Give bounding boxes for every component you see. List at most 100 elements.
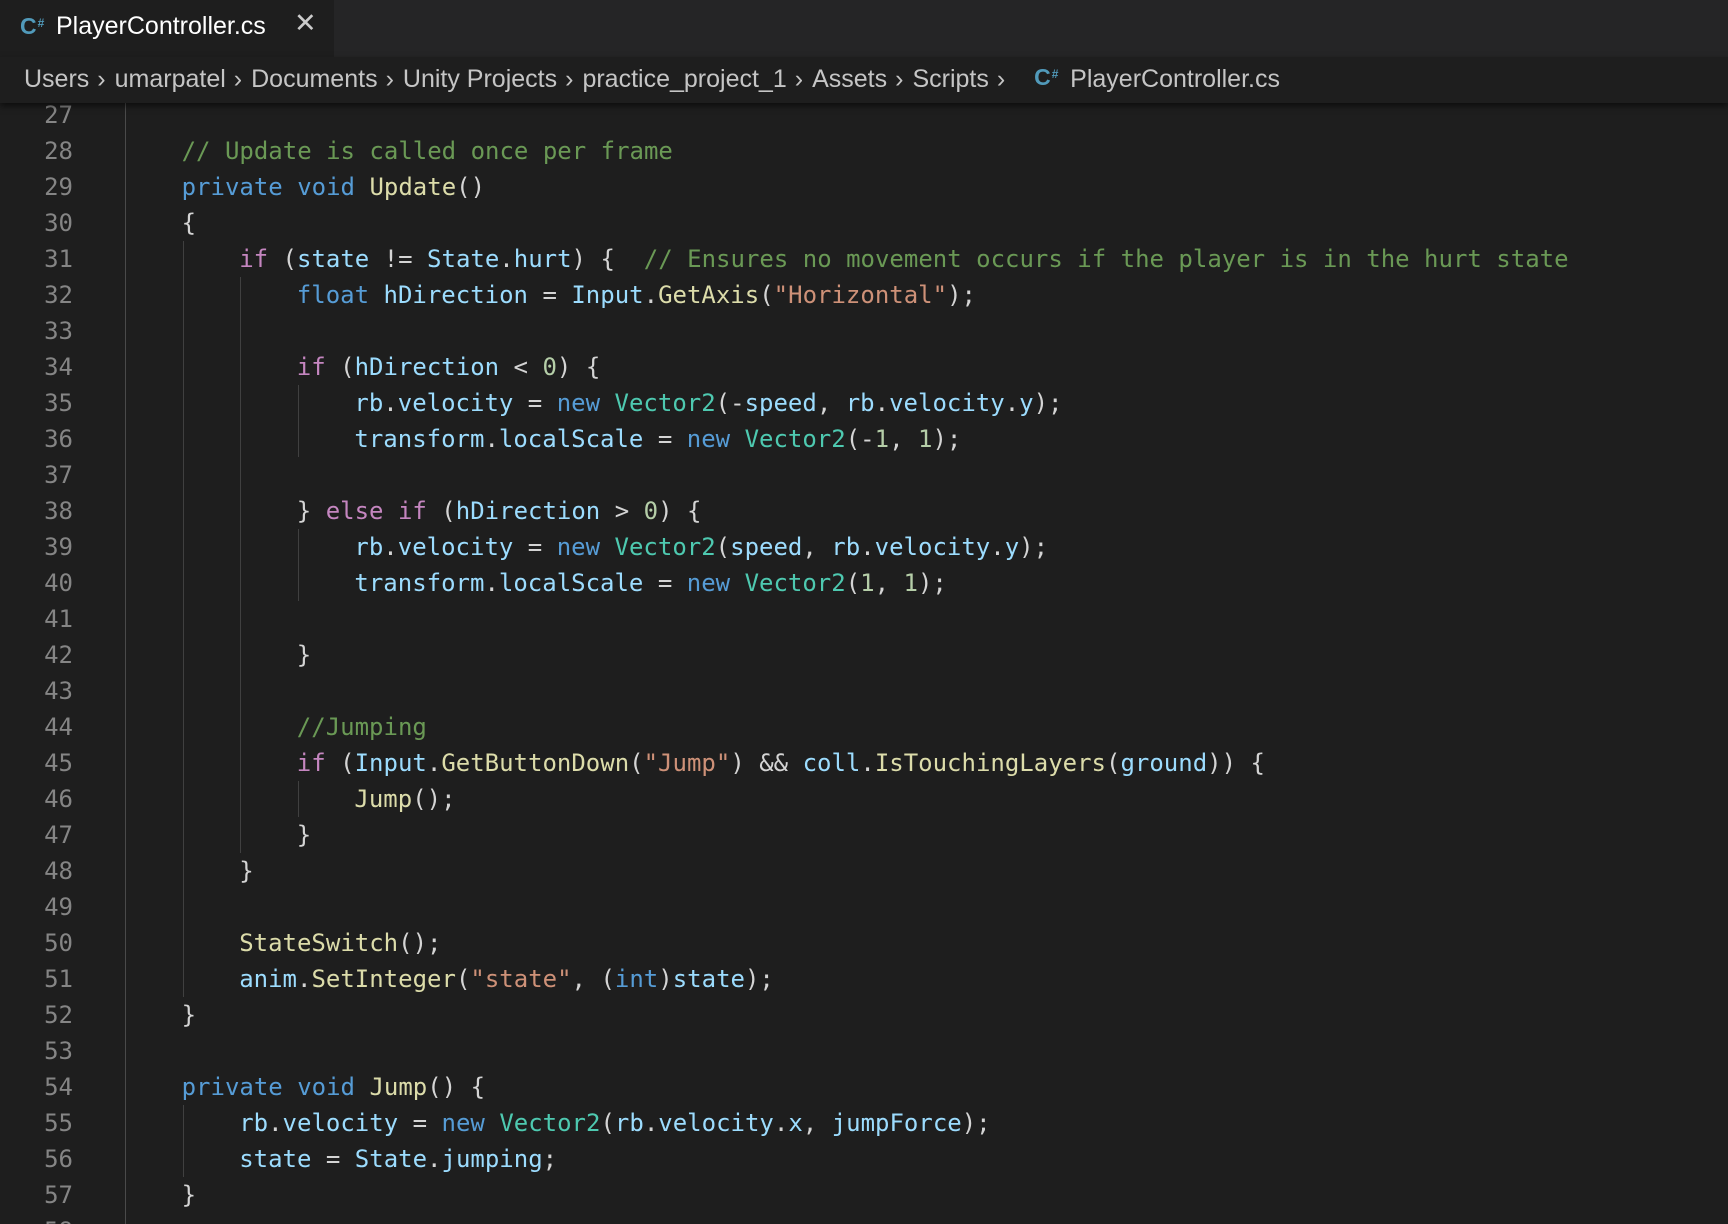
code-line[interactable]: 55 rb.velocity = new Vector2(rb.velocity.… [0, 1105, 1728, 1141]
code-line[interactable]: 48} [0, 853, 1728, 889]
breadcrumb-item-scripts[interactable]: Scripts [912, 65, 988, 94]
line-number: 28 [44, 137, 73, 165]
code-token: ( [1106, 749, 1121, 777]
indent-guide [182, 241, 184, 997]
tab-bar: C# PlayerController.cs ✕ [0, 0, 1728, 57]
code-token: velocity [658, 1109, 774, 1137]
line-number: 51 [44, 965, 73, 993]
code-token: } [239, 857, 254, 885]
code-token: = [528, 281, 572, 309]
code-line[interactable]: 43 [0, 673, 1728, 709]
code-token: } [181, 1181, 197, 1209]
csharp-file-icon: C# [1034, 64, 1059, 90]
code-token: , [802, 533, 832, 561]
code-text: transform.localScale = new Vector2(-1, 1… [354, 421, 961, 457]
code-line[interactable]: 40 transform.localScale = new Vector2(1, … [0, 565, 1728, 601]
code-token: = [643, 569, 687, 597]
code-line[interactable]: 58 [0, 1213, 1728, 1224]
code-token: Vector2 [614, 389, 716, 417]
code-token: velocity [282, 1109, 399, 1137]
code-token: . [860, 749, 875, 777]
code-line[interactable]: 42} [0, 637, 1728, 673]
code-token: velocity [397, 533, 514, 561]
code-token: ); [961, 1109, 991, 1137]
code-line[interactable]: 50 StateSwitch(); [0, 925, 1728, 961]
code-line[interactable]: 34 if (hDirection < 0) { [0, 349, 1728, 385]
chevron-right-icon: › [996, 64, 1006, 93]
code-line[interactable]: 46 Jump(); [0, 781, 1728, 817]
code-token: , [816, 389, 846, 417]
code-text: rb.velocity = new Vector2(rb.velocity.x,… [239, 1105, 990, 1141]
breadcrumb-item-assets[interactable]: Assets [812, 65, 887, 94]
breadcrumb-item-users[interactable]: Users [24, 65, 89, 94]
line-number: 53 [44, 1037, 73, 1065]
code-token: 1 [903, 569, 918, 597]
code-token: rb [614, 1109, 644, 1137]
code-token: . [484, 569, 499, 597]
code-line[interactable]: 45 if (Input.GetButtonDown("Jump") && col… [0, 745, 1728, 781]
breadcrumb-item-documents[interactable]: Documents [251, 65, 377, 94]
code-line[interactable]: 53 [0, 1033, 1728, 1069]
code-line[interactable]: 32 float hDirection = Input.GetAxis("Hori… [0, 277, 1728, 313]
code-line[interactable]: 47} [0, 817, 1728, 853]
code-token: speed [744, 389, 817, 417]
code-line[interactable]: 41 [0, 601, 1728, 637]
breadcrumb-item-file[interactable]: PlayerController.cs [1070, 65, 1280, 94]
code-line[interactable]: 57} [0, 1177, 1728, 1213]
code-line[interactable]: 28 // Update is called once per frame [0, 133, 1728, 169]
code-token: . [773, 1109, 789, 1137]
code-token: ( [426, 497, 456, 525]
code-line[interactable]: 27 [0, 103, 1728, 133]
code-line[interactable]: 39 rb.velocity = new Vector2(speed, rb.ve… [0, 529, 1728, 565]
line-number: 33 [44, 317, 73, 345]
code-line[interactable]: 33 [0, 313, 1728, 349]
line-number: 31 [44, 245, 73, 273]
code-token: y [1004, 533, 1020, 561]
code-token: ( [600, 1109, 615, 1137]
code-token: private [181, 173, 283, 201]
code-line[interactable]: 56 state = State.jumping; [0, 1141, 1728, 1177]
line-number: 30 [44, 209, 73, 237]
code-text: } [239, 853, 253, 889]
close-icon[interactable]: ✕ [294, 10, 317, 37]
breadcrumb-item-unity-projects[interactable]: Unity Projects [403, 65, 557, 94]
code-line[interactable]: 30 { [0, 205, 1728, 241]
code-line[interactable]: 51 anim.SetInteger("state", (int)state); [0, 961, 1728, 997]
line-number: 27 [44, 103, 73, 129]
code-token: ); [1019, 533, 1049, 561]
code-token: new [686, 425, 731, 453]
code-token: private [181, 1073, 283, 1101]
code-token: speed [730, 533, 803, 561]
code-line[interactable]: 31 if (state != State.hurt) { // Ensures … [0, 241, 1728, 277]
tab-playercontroller[interactable]: C# PlayerController.cs ✕ [0, 0, 334, 57]
code-editor[interactable]: 27 28 // Update is called once per frame 29… [0, 103, 1728, 1224]
code-token: = [398, 1109, 442, 1137]
code-token: Vector2 [744, 569, 846, 597]
code-token: 1 [917, 425, 933, 453]
line-number: 32 [44, 281, 73, 309]
code-line[interactable]: 49 [0, 889, 1728, 925]
code-line[interactable]: 37 [0, 457, 1728, 493]
code-token: . [296, 965, 312, 993]
code-token: . [268, 1109, 283, 1137]
code-line[interactable]: 29 private void Update() [0, 169, 1728, 205]
code-token: rb [831, 533, 861, 561]
code-text: } [297, 637, 311, 673]
code-text: } else if (hDirection > 0) { [297, 493, 702, 529]
code-line[interactable]: 54 private void Jump() { [0, 1069, 1728, 1105]
breadcrumb-item-practice-project-1[interactable]: practice_project_1 [582, 65, 786, 94]
code-token: ( [715, 533, 731, 561]
line-number: 55 [44, 1109, 73, 1137]
code-line[interactable]: 35 rb.velocity = new Vector2(-speed, rb.v… [0, 385, 1728, 421]
code-line[interactable]: 38} else if (hDirection > 0) { [0, 493, 1728, 529]
line-number: 52 [44, 1001, 73, 1029]
code-line[interactable]: 44 //Jumping [0, 709, 1728, 745]
code-line[interactable]: 36 transform.localScale = new Vector2(-1,… [0, 421, 1728, 457]
code-line[interactable]: 52} [0, 997, 1728, 1033]
line-number: 42 [44, 641, 73, 669]
breadcrumb-item-umarpatel[interactable]: umarpatel [115, 65, 226, 94]
code-token: . [426, 749, 442, 777]
